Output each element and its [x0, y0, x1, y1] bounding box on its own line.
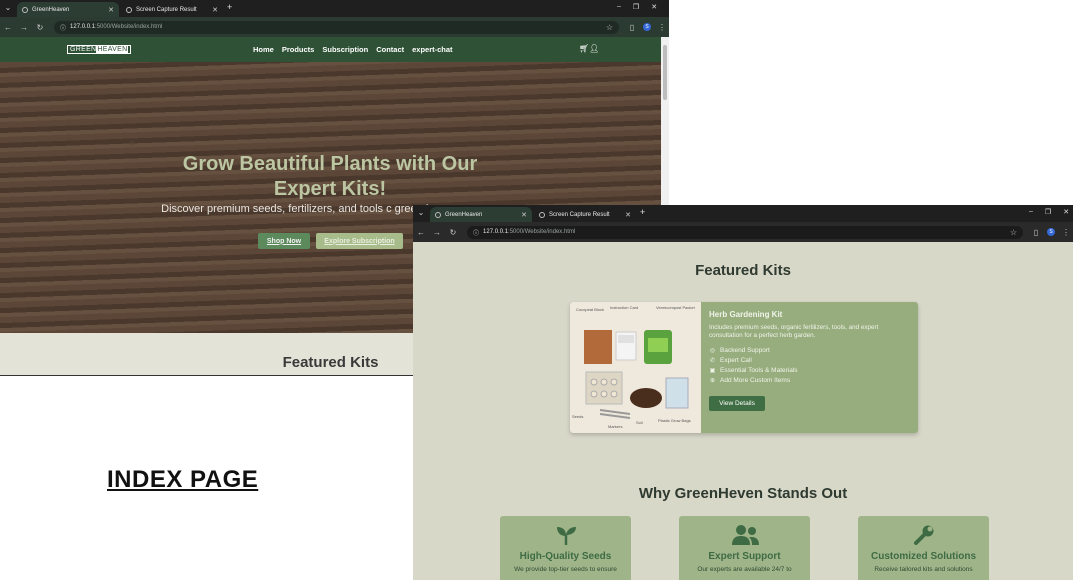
tab-screen-capture[interactable]: Screen Capture Result ✕ — [534, 207, 636, 222]
header-icons: 🛒︎👤︎ — [579, 44, 599, 53]
site-logo[interactable]: GREENHEAVEN — [67, 45, 132, 54]
kit-description: Includes premium seeds, organic fertiliz… — [709, 324, 879, 339]
feature-title: Expert Support — [708, 551, 781, 562]
profile-avatar[interactable]: S — [1047, 228, 1055, 236]
new-tab-icon[interactable]: + — [640, 207, 645, 217]
back-icon[interactable]: ← — [0, 23, 16, 32]
user-icon[interactable]: 👤︎ — [589, 44, 599, 53]
close-window-icon[interactable]: ✕ — [1063, 208, 1069, 216]
headset-icon: ◎ — [709, 348, 716, 354]
nav-subscription[interactable]: Subscription — [322, 45, 368, 54]
tab-strip: ⌄ GreenHeaven ✕ Screen Capture Result ✕ … — [0, 0, 669, 17]
forward-icon[interactable]: → — [429, 228, 445, 237]
url-field[interactable]: ⓘ 127.0.0.1:5000/Website/index.html ☆ — [467, 225, 1023, 239]
hero-title: Grow Beautiful Plants with Our Expert Ki… — [182, 153, 478, 200]
forward-icon[interactable]: → — [16, 23, 32, 32]
toolbox-icon: ▣ — [709, 368, 716, 374]
restore-icon[interactable]: ❐ — [633, 3, 639, 11]
page-caption: INDEX PAGE — [107, 466, 259, 493]
reload-icon[interactable]: ↻ — [445, 228, 461, 237]
site-info-icon[interactable]: ⓘ — [60, 23, 66, 32]
extensions-icon[interactable]: ▯ — [625, 23, 639, 32]
feature-card-support: Expert Support Our experts are available… — [679, 516, 810, 580]
restore-icon[interactable]: ❐ — [1045, 208, 1051, 216]
explore-subscription-button[interactable]: Explore Subscription — [316, 233, 403, 249]
globe-icon — [22, 6, 28, 13]
feature-desc: Receive tailored kits and solutions — [874, 566, 973, 573]
tab-search-icon[interactable]: ⌄ — [2, 3, 14, 12]
site-navbar: GREENHEAVEN Home Products Subscription C… — [0, 37, 661, 62]
kit-feature-list: ◎ Backend Support ✆ Expert Call ▣ Essential… — [709, 346, 798, 386]
close-tab-icon[interactable]: ✕ — [625, 211, 631, 219]
list-item: ◎ Backend Support — [709, 347, 770, 354]
globe-icon — [435, 211, 441, 218]
close-tab-icon[interactable]: ✕ — [108, 6, 114, 14]
label-soil: Soil — [636, 420, 643, 425]
kit-card: Cocopeat Block Instruction Card Vermicom… — [570, 302, 918, 433]
close-window-icon[interactable]: ✕ — [651, 3, 657, 11]
address-bar: ← → ↻ ⓘ 127.0.0.1:5000/Website/index.htm… — [413, 222, 1073, 242]
feature-desc: Our experts are available 24/7 to — [697, 566, 792, 573]
label-seeds: Seeds — [572, 414, 583, 419]
close-tab-icon[interactable]: ✕ — [521, 211, 527, 219]
minimize-icon[interactable]: – — [617, 3, 621, 11]
list-item: ▣ Essential Tools & Materials — [709, 367, 798, 374]
menu-dots-icon[interactable]: ⋮ — [1059, 228, 1073, 237]
feature-desc: We provide top-tier seeds to ensure — [514, 566, 617, 573]
kit-image: Cocopeat Block Instruction Card Vermicom… — [570, 302, 701, 433]
tab-search-icon[interactable]: ⌄ — [415, 208, 427, 217]
tab-strip: ⌄ GreenHeaven ✕ Screen Capture Result ✕ … — [413, 205, 1073, 222]
cart-icon[interactable]: 🛒︎ — [579, 44, 589, 53]
minimize-icon[interactable]: – — [1029, 208, 1033, 216]
camera-icon — [539, 211, 545, 218]
tab-screen-capture[interactable]: Screen Capture Result ✕ — [121, 2, 223, 17]
nav-products[interactable]: Products — [282, 45, 315, 54]
site-info-icon[interactable]: ⓘ — [473, 228, 479, 237]
label-cocopeat: Cocopeat Block — [576, 307, 604, 312]
url-field[interactable]: ⓘ 127.0.0.1:5000/Website/index.html ☆ — [54, 20, 619, 34]
camera-icon — [126, 6, 132, 13]
tab-greenheaven[interactable]: GreenHeaven ✕ — [430, 207, 532, 222]
users-icon — [679, 524, 810, 546]
seedling-icon — [500, 524, 631, 546]
nav-home[interactable]: Home — [253, 45, 274, 54]
why-heading: Why GreenHeven Stands Out — [638, 485, 848, 502]
close-tab-icon[interactable]: ✕ — [212, 6, 218, 14]
wrench-icon — [858, 524, 989, 546]
label-markers: Markers — [608, 424, 622, 429]
view-details-button[interactable]: View Details — [709, 396, 765, 411]
nav-contact[interactable]: Contact — [376, 45, 404, 54]
feature-card-seeds: High-Quality Seeds We provide top-tier s… — [500, 516, 631, 580]
address-bar: ← → ↻ ⓘ 127.0.0.1:5000/Website/index.htm… — [0, 17, 669, 37]
reload-icon[interactable]: ↻ — [32, 23, 48, 32]
menu-dots-icon[interactable]: ⋮ — [655, 23, 669, 32]
shop-now-button[interactable]: Shop Now — [258, 233, 310, 249]
list-item: ✆ Expert Call — [709, 357, 752, 364]
bookmark-star-icon[interactable]: ☆ — [1010, 228, 1017, 237]
tab-greenheaven[interactable]: GreenHeaven ✕ — [17, 2, 119, 17]
scrollbar-thumb[interactable] — [663, 45, 667, 100]
label-instruction-card: Instruction Card — [610, 305, 638, 310]
nav-expert-chat[interactable]: expert-chat — [412, 45, 452, 54]
label-grow-bags: Plastic Grow Bags — [658, 418, 691, 423]
feature-title: High-Quality Seeds — [519, 551, 612, 562]
label-vermicompost: Vermicompost Packet — [656, 305, 696, 310]
featured-kits-heading: Featured Kits — [695, 262, 791, 279]
phone-icon: ✆ — [709, 358, 716, 364]
back-icon[interactable]: ← — [413, 228, 429, 237]
profile-avatar[interactable]: S — [643, 23, 651, 31]
feature-title: Customized Solutions — [871, 551, 976, 562]
new-tab-icon[interactable]: + — [227, 2, 232, 12]
main-menu: Home Products Subscription Contact exper… — [253, 45, 453, 54]
window-controls: – ❐ ✕ — [1029, 208, 1069, 216]
plus-circle-icon: ⊕ — [709, 378, 716, 384]
window-controls: – ❐ ✕ — [617, 3, 657, 11]
feature-card-custom: Customized Solutions Receive tailored ki… — [858, 516, 989, 580]
bookmark-star-icon[interactable]: ☆ — [606, 23, 613, 32]
featured-browser-window: ⌄ GreenHeaven ✕ Screen Capture Result ✕ … — [413, 205, 1073, 580]
extensions-icon[interactable]: ▯ — [1029, 228, 1043, 237]
kit-title: Herb Gardening Kit — [709, 310, 783, 319]
list-item: ⊕ Add More Custom Items — [709, 377, 791, 384]
